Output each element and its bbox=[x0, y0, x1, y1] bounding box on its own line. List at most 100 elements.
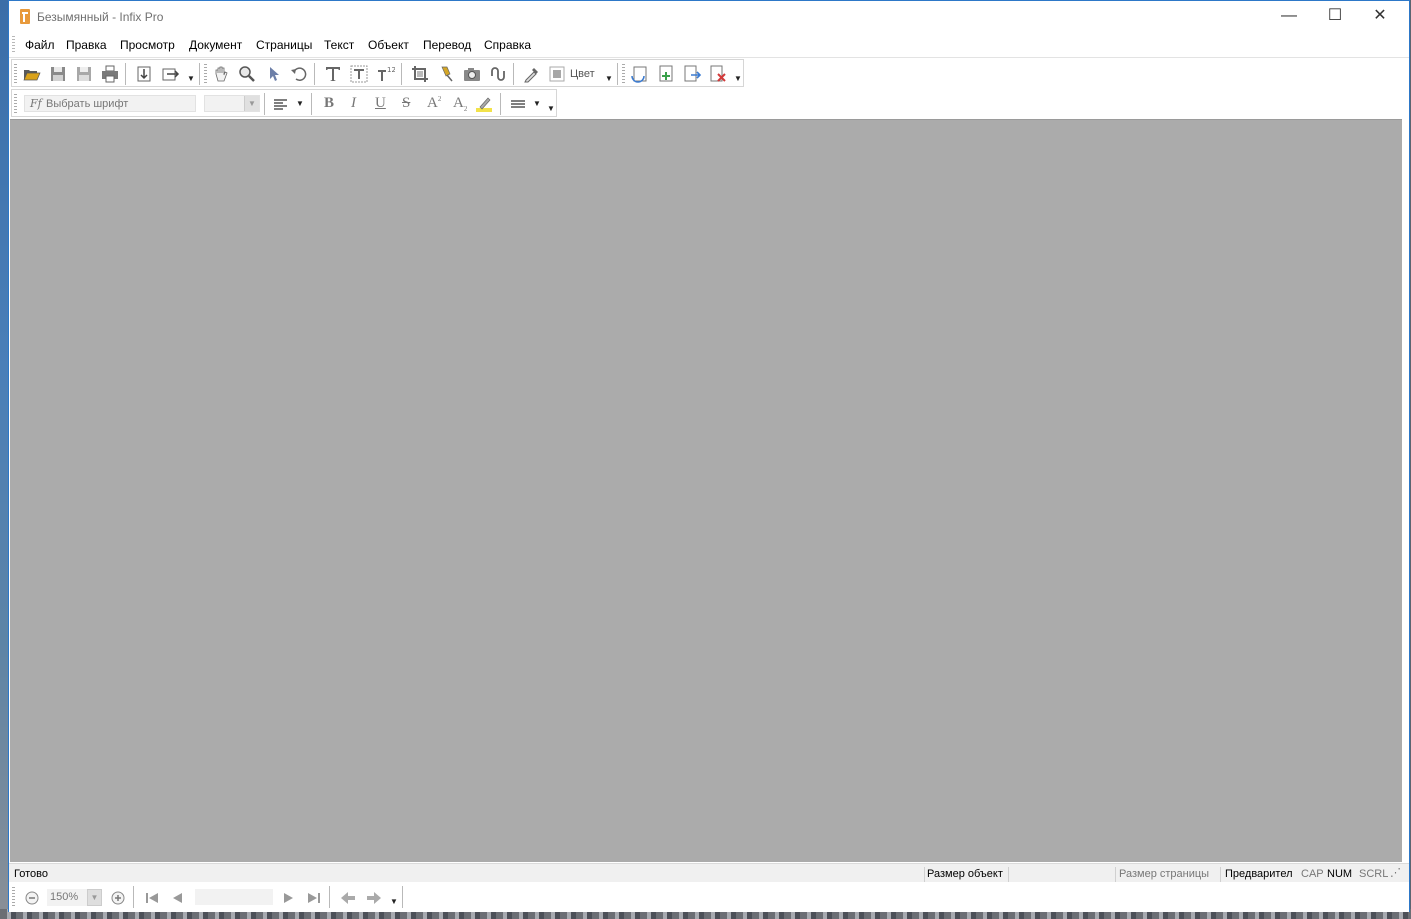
last-page-icon[interactable] bbox=[305, 889, 323, 907]
status-separator bbox=[1115, 867, 1116, 882]
import-icon[interactable] bbox=[134, 64, 154, 84]
go-forward-icon[interactable] bbox=[365, 889, 383, 907]
document-canvas[interactable] bbox=[10, 119, 1402, 862]
svg-text:12: 12 bbox=[387, 66, 395, 74]
toolbar-separator bbox=[125, 63, 126, 85]
toolbar-grip[interactable] bbox=[12, 887, 15, 907]
pages-dropdown-icon[interactable]: ▼ bbox=[734, 74, 742, 83]
subscript-mark: 2 bbox=[463, 105, 468, 113]
export-icon[interactable] bbox=[160, 64, 180, 84]
status-ready: Готово bbox=[14, 868, 48, 880]
font-size-select[interactable]: ▼ bbox=[204, 95, 260, 112]
hand-tool-icon[interactable] bbox=[211, 64, 231, 84]
superscript-button[interactable]: A2 bbox=[427, 95, 441, 112]
select-arrow-icon[interactable] bbox=[263, 64, 283, 84]
menu-text[interactable]: Текст bbox=[324, 38, 354, 52]
title-bar: Безымянный - Infix Pro — ☐ ✕ bbox=[9, 1, 1409, 32]
status-preview: Предварител bbox=[1225, 868, 1293, 880]
menu-edit[interactable]: Правка bbox=[66, 38, 107, 52]
navigation-bar: 150% ▼ ▼ bbox=[9, 882, 1409, 912]
align-left-icon[interactable] bbox=[272, 94, 292, 114]
link-icon[interactable] bbox=[488, 64, 508, 84]
minimize-button[interactable]: — bbox=[1266, 1, 1312, 32]
toolbar-separator bbox=[264, 93, 265, 115]
window-title: Безымянный - Infix Pro bbox=[37, 10, 164, 24]
color-swatch-icon[interactable] bbox=[548, 64, 568, 84]
pin-icon[interactable] bbox=[436, 64, 456, 84]
insert-page-icon[interactable] bbox=[656, 64, 676, 84]
bold-button[interactable]: B bbox=[324, 95, 334, 112]
zoom-out-icon[interactable] bbox=[23, 889, 41, 907]
crop-icon[interactable] bbox=[410, 64, 430, 84]
highlight-icon[interactable] bbox=[474, 94, 494, 114]
subscript-button[interactable]: A2 bbox=[453, 95, 467, 113]
text-tool-icon[interactable] bbox=[323, 64, 343, 84]
line-style-icon[interactable] bbox=[509, 94, 529, 114]
close-button[interactable]: ✕ bbox=[1357, 1, 1403, 32]
camera-icon[interactable] bbox=[462, 64, 482, 84]
save-as-icon[interactable] bbox=[74, 64, 94, 84]
status-separator bbox=[1008, 867, 1009, 882]
font-placeholder: Выбрать шрифт bbox=[46, 98, 129, 110]
superscript-letter: A bbox=[427, 95, 438, 111]
toolbar-separator bbox=[513, 63, 514, 85]
rotate-icon[interactable] bbox=[289, 64, 309, 84]
underline-button[interactable]: U bbox=[375, 95, 386, 112]
save-icon[interactable] bbox=[48, 64, 68, 84]
color-label[interactable]: Цвет bbox=[570, 68, 595, 80]
toolbar-separator bbox=[314, 63, 315, 85]
zoom-level-field[interactable]: 150% bbox=[47, 889, 87, 906]
replace-page-icon[interactable] bbox=[630, 64, 650, 84]
line-style-dropdown-icon[interactable]: ▼ bbox=[533, 99, 541, 108]
italic-button[interactable]: I bbox=[351, 95, 356, 112]
menu-help[interactable]: Справка bbox=[484, 38, 531, 52]
toolbar-separator bbox=[133, 886, 134, 908]
navigation-options-icon[interactable]: ▼ bbox=[390, 897, 398, 906]
open-icon[interactable] bbox=[22, 64, 42, 84]
status-num: NUM bbox=[1327, 868, 1353, 880]
menu-document[interactable]: Документ bbox=[189, 38, 242, 52]
toolbar-options-icon[interactable]: ▼ bbox=[547, 104, 555, 113]
menu-bar: Файл Правка Просмотр Документ Страницы Т… bbox=[9, 34, 1409, 56]
app-icon bbox=[20, 9, 30, 24]
subscript-letter: A bbox=[453, 95, 464, 111]
text-box-icon[interactable] bbox=[349, 64, 369, 84]
first-page-icon[interactable] bbox=[143, 889, 161, 907]
toolbar-grip[interactable] bbox=[622, 64, 625, 84]
eyedropper-icon[interactable] bbox=[522, 64, 542, 84]
status-separator bbox=[1220, 867, 1221, 882]
font-select[interactable]: Ff Выбрать шрифт bbox=[24, 95, 196, 112]
zoom-dropdown-icon[interactable]: ▼ bbox=[87, 889, 102, 906]
zoom-in-icon[interactable] bbox=[109, 889, 127, 907]
export-dropdown-icon[interactable]: ▼ bbox=[187, 74, 195, 83]
font-icon: Ff bbox=[30, 97, 42, 110]
resize-grip-icon[interactable]: ⋰ bbox=[1390, 866, 1401, 879]
menu-object[interactable]: Объект bbox=[368, 38, 409, 52]
page-number-field[interactable] bbox=[195, 889, 273, 905]
align-dropdown-icon[interactable]: ▼ bbox=[296, 99, 304, 108]
strikethrough-button[interactable]: S bbox=[402, 95, 410, 112]
delete-page-icon[interactable] bbox=[708, 64, 728, 84]
next-page-icon[interactable] bbox=[279, 889, 297, 907]
menu-view[interactable]: Просмотр bbox=[120, 38, 175, 52]
text-format-icon[interactable]: 12 bbox=[375, 64, 395, 84]
color-dropdown-icon[interactable]: ▼ bbox=[605, 74, 613, 83]
print-icon[interactable] bbox=[100, 64, 120, 84]
toolbar-grip[interactable] bbox=[204, 64, 207, 84]
text-toolbar: Ff Выбрать шрифт ▼ ▼ B I U S A2 A2 ▼ ▼ bbox=[11, 89, 557, 117]
chevron-down-icon[interactable]: ▼ bbox=[244, 96, 259, 111]
menu-file[interactable]: Файл bbox=[25, 38, 55, 52]
toolbar-grip[interactable] bbox=[14, 94, 17, 114]
status-page-size: Размер страницы bbox=[1119, 868, 1210, 880]
previous-page-icon[interactable] bbox=[169, 889, 187, 907]
menu-translate[interactable]: Перевод bbox=[423, 38, 471, 52]
zoom-tool-icon[interactable] bbox=[237, 64, 257, 84]
toolbar-grip[interactable] bbox=[14, 64, 17, 84]
menu-pages[interactable]: Страницы bbox=[256, 38, 312, 52]
go-back-icon[interactable] bbox=[339, 889, 357, 907]
menu-grip[interactable] bbox=[12, 36, 15, 54]
status-bar: Готово Размер объект Размер страницы Пре… bbox=[9, 863, 1409, 883]
maximize-button[interactable]: ☐ bbox=[1312, 1, 1358, 32]
extract-page-icon[interactable] bbox=[682, 64, 702, 84]
toolbar-separator bbox=[401, 63, 402, 85]
